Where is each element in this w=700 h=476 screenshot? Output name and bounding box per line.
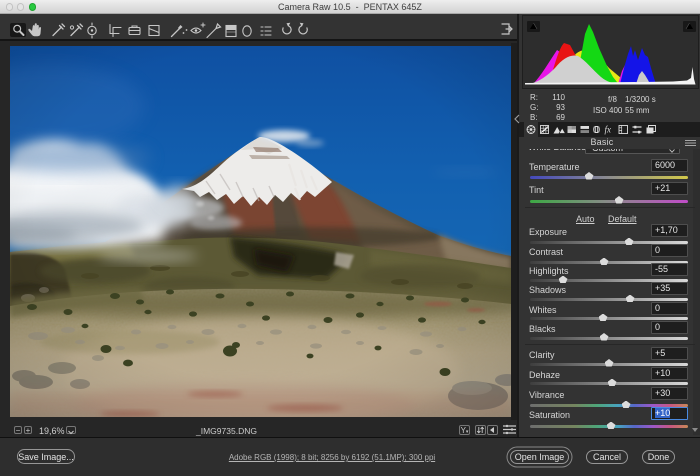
svg-text:fx: fx bbox=[605, 125, 612, 135]
